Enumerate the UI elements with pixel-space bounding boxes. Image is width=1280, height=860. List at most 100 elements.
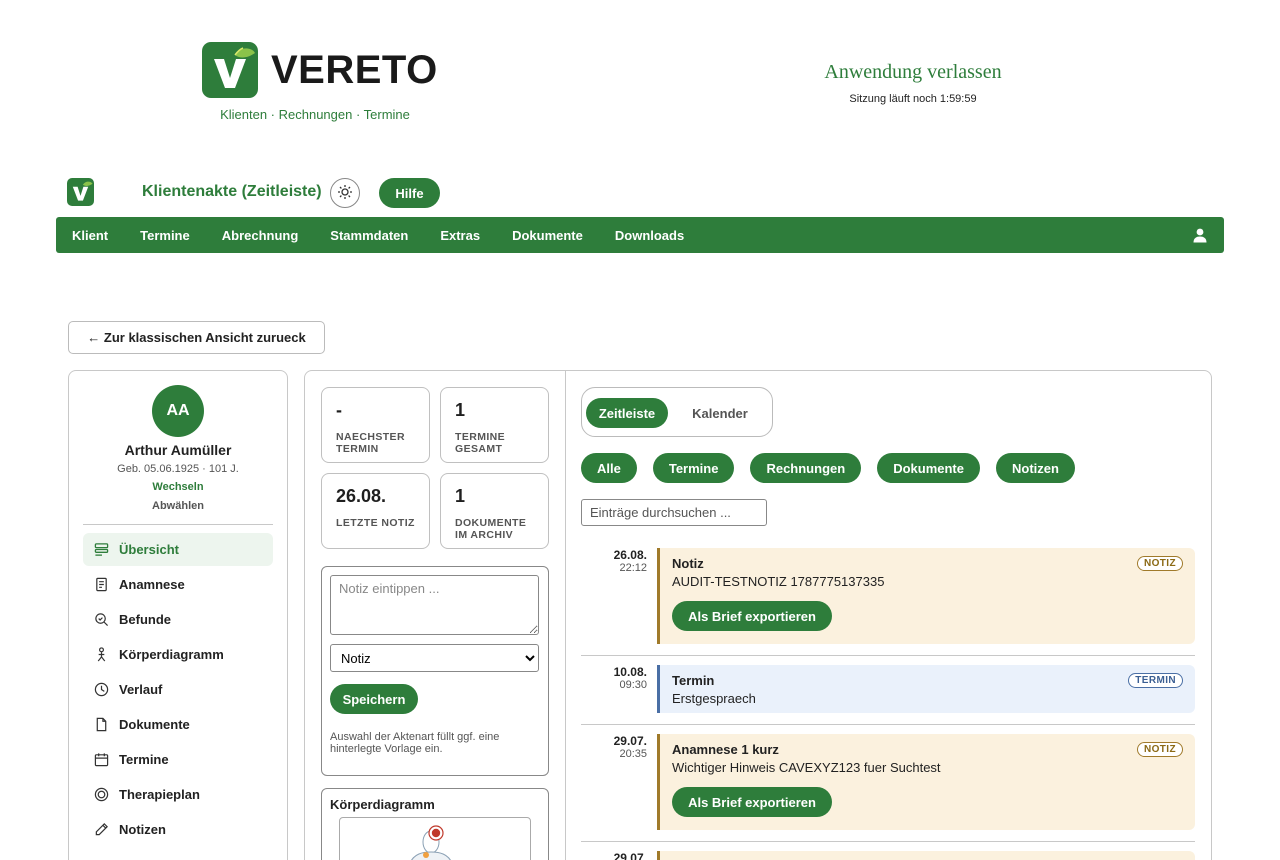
theme-toggle-button[interactable] — [330, 178, 360, 208]
timeline-filters: Alle Termine Rechnungen Dokumente Notize… — [581, 453, 1091, 483]
note-template-hint: Auswahl der Aktenart füllt ggf. eine hin… — [330, 731, 500, 755]
clock-icon — [93, 682, 109, 698]
filter-appointments-button[interactable]: Termine — [652, 453, 735, 483]
nav-item-termine[interactable]: Termine — [140, 228, 190, 243]
brand-tagline: Klienten · Rechnungen · Termine — [220, 107, 410, 122]
entry-date: 29.07. 20:35 — [581, 734, 647, 760]
filter-documents-button[interactable]: Dokumente — [877, 453, 980, 483]
stat-label: Termine gesamt — [455, 431, 506, 455]
mini-logo[interactable] — [67, 178, 94, 206]
sidebar-item-label: Übersicht — [119, 542, 179, 557]
quick-note-form: Notiz Speichern Auswahl der Aktenart fül… — [321, 566, 549, 776]
exit-application-link[interactable]: Anwendung verlassen — [780, 61, 1046, 84]
sidebar-item-notizen[interactable]: Notizen — [83, 813, 273, 846]
note-textarea[interactable] — [330, 575, 539, 635]
entry-card[interactable]: Anamnese 1 kurz Wichtiger Hinweis CAVEXY… — [657, 734, 1195, 830]
save-note-button[interactable]: Speichern — [330, 684, 418, 714]
sidebar-item-label: Therapieplan — [119, 787, 200, 802]
entry-type-badge: NOTIZ — [1137, 556, 1183, 571]
sidebar-item-anamnese[interactable]: Anamnese — [83, 568, 273, 601]
back-to-classic-view-button[interactable]: ← Zur klassischen Ansicht zurueck — [68, 321, 325, 354]
entry-day: 10.08. — [613, 665, 647, 679]
target-icon — [93, 787, 109, 803]
stat-value: 1 — [455, 486, 466, 506]
nav-item-dokumente[interactable]: Dokumente — [512, 228, 583, 243]
stat-value: 1 — [455, 400, 466, 420]
entry-title: Termin — [672, 673, 715, 688]
timeline-separator — [581, 655, 1195, 656]
calendar-icon — [93, 752, 109, 768]
view-tab-calendar[interactable]: Kalender — [680, 398, 760, 428]
entry-time: 09:30 — [619, 679, 647, 691]
brand-name: VERETO — [271, 47, 438, 92]
sidebar-item-label: Dokumente — [119, 717, 190, 732]
entry-title: Notiz — [672, 556, 704, 571]
timeline-entry: 10.08. 09:30 Termin Erstgespraech TERMIN — [581, 665, 1195, 713]
main-panel: - Naechster Termin 1 Termine gesamt 26.0… — [304, 370, 1212, 860]
entry-card[interactable]: Notiz AUDIT-TESTNOTIZ 1787775137335 NOTI… — [657, 548, 1195, 644]
stat-label: Dokumente im Archiv — [455, 517, 527, 541]
stat-label: Naechster Termin — [336, 431, 405, 455]
sidebar-item-befunde[interactable]: Befunde — [83, 603, 273, 636]
entry-card[interactable] — [657, 851, 1195, 860]
deselect-client-link[interactable]: Abwählen — [69, 500, 287, 512]
page-title: Klientenakte (Zeitleiste) — [142, 183, 322, 200]
avatar: AA — [152, 385, 204, 437]
client-sidebar: AA Arthur Aumüller Geb. 05.06.1925 · 101… — [68, 370, 288, 860]
sidebar-item-label: Befunde — [119, 612, 171, 627]
sidebar-item-uebersicht[interactable]: Übersicht — [83, 533, 273, 566]
timeline-search-input[interactable] — [581, 499, 767, 526]
stat-next-appointment: - Naechster Termin — [321, 387, 430, 463]
nav-item-stammdaten[interactable]: Stammdaten — [330, 228, 408, 243]
client-birth-info: Geb. 05.06.1925 · 101 J. — [117, 463, 239, 475]
note-type-select[interactable]: Notiz — [330, 644, 539, 672]
entry-day: 29.07. — [613, 851, 647, 860]
entry-body: Erstgespraech — [672, 691, 756, 706]
nav-item-downloads[interactable]: Downloads — [615, 228, 684, 243]
sidebar-menu: Übersicht Anamnese Befunde Körperdiagram… — [83, 533, 273, 848]
body-figure-icon — [411, 825, 451, 860]
entry-title: Anamnese 1 kurz — [672, 742, 779, 757]
stat-total-appointments: 1 Termine gesamt — [440, 387, 549, 463]
vereto-logo — [202, 42, 258, 98]
entry-type-badge: TERMIN — [1128, 673, 1183, 688]
switch-client-link[interactable]: Wechseln — [69, 481, 287, 493]
stat-last-note: 26.08. Letzte Notiz — [321, 473, 430, 549]
entry-day: 29.07. — [613, 734, 647, 748]
magnifier-icon — [93, 612, 109, 628]
stat-label: Letzte Notiz — [336, 517, 415, 529]
timeline-entry: 29.07. 20:35 Anamnese 1 kurz Wichtiger H… — [581, 734, 1195, 830]
export-letter-button[interactable]: Als Brief exportieren — [672, 601, 832, 631]
sidebar-item-label: Körperdiagramm — [119, 647, 224, 662]
sidebar-item-label: Notizen — [119, 822, 166, 837]
body-diagram-title: Körperdiagramm — [330, 797, 435, 812]
sidebar-item-label: Anamnese — [119, 577, 185, 592]
sidebar-item-koerperdiagramm[interactable]: Körperdiagramm — [83, 638, 273, 671]
filter-all-button[interactable]: Alle — [581, 453, 637, 483]
nav-item-abrechnung[interactable]: Abrechnung — [222, 228, 299, 243]
sidebar-divider — [83, 524, 273, 525]
entry-body: AUDIT-TESTNOTIZ 1787775137335 — [672, 574, 885, 589]
filter-notes-button[interactable]: Notizen — [995, 453, 1075, 483]
body-diagram-canvas[interactable] — [339, 817, 531, 860]
sun-icon — [337, 184, 353, 203]
view-tab-timeline[interactable]: Zeitleiste — [586, 398, 668, 428]
brand: VERETO — [202, 42, 438, 98]
file-icon — [93, 717, 109, 733]
timeline-separator — [581, 841, 1195, 842]
help-button[interactable]: Hilfe — [379, 178, 440, 208]
stat-archived-documents: 1 Dokumente im Archiv — [440, 473, 549, 549]
nav-item-klient[interactable]: Klient — [72, 228, 108, 243]
export-letter-button[interactable]: Als Brief exportieren — [672, 787, 832, 817]
sidebar-item-therapieplan[interactable]: Therapieplan — [83, 778, 273, 811]
sidebar-item-verlauf[interactable]: Verlauf — [83, 673, 273, 706]
timeline-entry: 26.08. 22:12 Notiz AUDIT-TESTNOTIZ 17877… — [581, 548, 1195, 644]
filter-invoices-button[interactable]: Rechnungen — [750, 453, 862, 483]
entry-card[interactable]: Termin Erstgespraech TERMIN — [657, 665, 1195, 713]
entry-body: Wichtiger Hinweis CAVEXYZ123 fuer Suchte… — [672, 760, 941, 775]
sidebar-item-dokumente[interactable]: Dokumente — [83, 708, 273, 741]
user-icon[interactable] — [1192, 227, 1208, 248]
nav-item-extras[interactable]: Extras — [440, 228, 480, 243]
sidebar-item-termine[interactable]: Termine — [83, 743, 273, 776]
body-diagram-card: Körperdiagramm — [321, 788, 549, 860]
